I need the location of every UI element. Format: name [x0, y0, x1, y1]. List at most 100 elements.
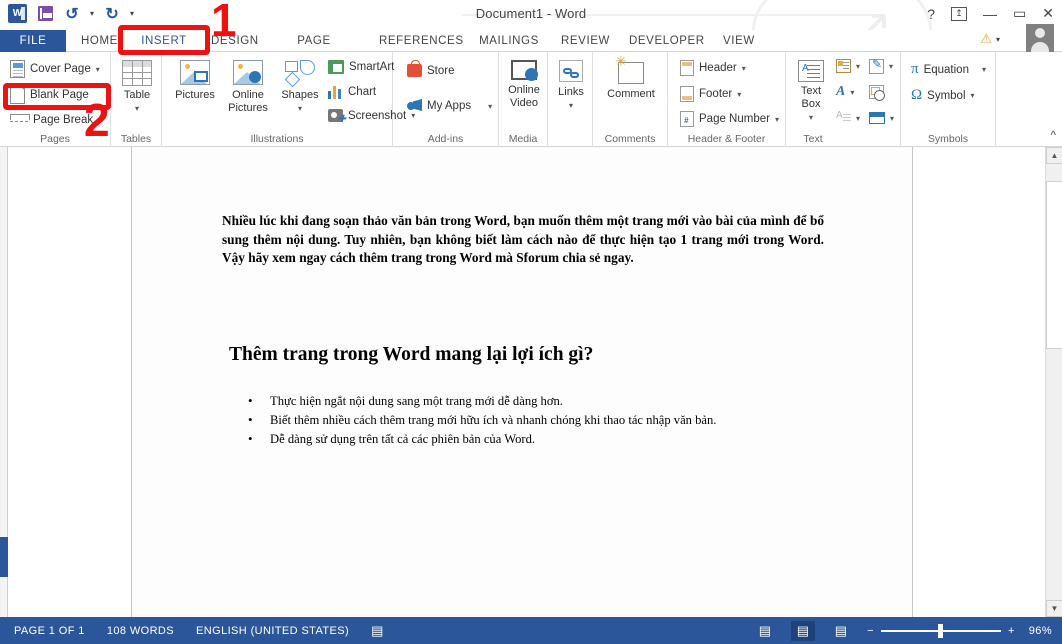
comment-button[interactable]: Comment: [605, 55, 657, 101]
footer-dropdown-icon[interactable]: ▾: [737, 90, 741, 99]
equation-label: Equation: [923, 63, 969, 76]
object-dropdown-icon[interactable]: ▾: [890, 114, 894, 123]
header-dropdown-icon[interactable]: ▾: [742, 64, 746, 73]
left-gutter-thumb[interactable]: [0, 537, 8, 577]
tab-view[interactable]: VIEW: [714, 30, 760, 52]
print-layout-icon[interactable]: ▤: [791, 620, 816, 641]
wordart-dropdown-icon[interactable]: ▾: [850, 88, 854, 97]
scroll-up-icon[interactable]: ▲: [1046, 147, 1062, 164]
zoom-thumb[interactable]: [937, 623, 943, 638]
ribbon-display-options-button[interactable]: ↥: [951, 6, 968, 21]
word-count[interactable]: 108 WORDS: [107, 625, 174, 637]
online-pictures-label: Online Pictures: [228, 89, 268, 114]
symbol-button[interactable]: Ω Symbol ▾: [911, 88, 975, 103]
collapse-ribbon-icon[interactable]: ^: [1050, 128, 1056, 142]
shapes-button[interactable]: Shapes ▾: [276, 60, 324, 115]
scrollbar-thumb[interactable]: [1046, 181, 1062, 349]
store-icon: [407, 60, 422, 77]
page-break-button[interactable]: Page Break: [10, 112, 93, 128]
ribbon-group-text: Text Box ▾ ▾ ▾ A ▾ ▾ ▾ Text: [786, 52, 901, 147]
cover-page-icon: [10, 60, 25, 78]
warning-icon[interactable]: ⚠: [980, 31, 992, 47]
help-button[interactable]: ?: [927, 6, 935, 22]
store-button[interactable]: Store: [407, 60, 455, 77]
maximize-button[interactable]: ▭: [1013, 5, 1026, 22]
cover-page-dropdown-icon[interactable]: ▾: [96, 65, 100, 74]
group-label-symbols: Symbols: [927, 133, 969, 145]
my-apps-button[interactable]: My Apps ▾: [407, 99, 492, 113]
quick-parts-dropdown-icon[interactable]: ▾: [856, 62, 860, 71]
chart-button[interactable]: Chart: [328, 85, 376, 99]
window-controls: ? ↥ — ▭ ✕: [927, 5, 1054, 22]
tab-developer[interactable]: DEVELOPER: [620, 30, 708, 52]
symbol-dropdown-icon[interactable]: ▾: [971, 91, 975, 100]
read-mode-icon[interactable]: ▤: [753, 621, 777, 641]
text-box-dropdown-icon[interactable]: ▾: [809, 111, 813, 124]
group-label-text: Text: [803, 133, 823, 145]
ribbon-group-symbols: π Equation ▾ Ω Symbol ▾ Symbols: [901, 52, 996, 147]
page-number-dropdown-icon[interactable]: ▾: [775, 115, 779, 124]
shapes-dropdown-icon[interactable]: ▾: [298, 102, 302, 115]
vertical-scrollbar[interactable]: ▲ ▼: [1045, 147, 1062, 617]
close-button[interactable]: ✕: [1042, 5, 1054, 22]
tab-references[interactable]: REFERENCES: [370, 30, 466, 52]
blank-page-label: Blank Page: [30, 89, 89, 101]
group-label-addins: Add-ins: [427, 133, 464, 145]
table-button[interactable]: Table ▾: [121, 60, 153, 115]
blank-page-button[interactable]: Blank Page: [10, 86, 89, 104]
scroll-down-icon[interactable]: ▼: [1046, 600, 1062, 617]
tab-insert[interactable]: INSERT: [131, 30, 197, 52]
minimize-button[interactable]: —: [983, 6, 997, 22]
ribbon-group-addins: Store My Apps ▾ Add-ins: [393, 52, 499, 147]
signature-line-dropdown-icon[interactable]: ▾: [889, 62, 893, 71]
screenshot-icon: ✚: [328, 109, 346, 125]
drop-cap-button[interactable]: ▾: [836, 110, 860, 125]
zoom-out-button[interactable]: −: [867, 625, 874, 637]
proofing-errors-icon[interactable]: ▤: [371, 623, 384, 639]
table-dropdown-icon[interactable]: ▾: [135, 102, 139, 115]
my-apps-dropdown-icon[interactable]: ▾: [488, 102, 492, 111]
page-break-icon: [10, 112, 30, 128]
cover-page-button[interactable]: Cover Page ▾: [10, 60, 100, 78]
online-video-button[interactable]: Online Video: [507, 60, 541, 110]
equation-dropdown-icon[interactable]: ▾: [982, 65, 986, 74]
page-number-button[interactable]: # Page Number ▾: [680, 111, 779, 127]
warning-dropdown-icon[interactable]: ▾: [996, 35, 1000, 44]
smartart-button[interactable]: SmartArt: [328, 60, 394, 74]
header-button[interactable]: Header ▾: [680, 60, 746, 76]
online-pictures-icon: [233, 60, 263, 85]
links-dropdown-icon[interactable]: ▾: [569, 99, 573, 112]
zoom-track[interactable]: [880, 623, 1001, 638]
quick-parts-button[interactable]: ▾: [836, 59, 860, 73]
signature-line-button[interactable]: ▾: [869, 57, 893, 74]
pictures-label: Pictures: [175, 89, 215, 101]
equation-button[interactable]: π Equation ▾: [911, 62, 986, 77]
footer-button[interactable]: Footer ▾: [680, 86, 741, 102]
zoom-slider[interactable]: − +: [867, 623, 1015, 638]
date-time-button[interactable]: [869, 85, 885, 101]
online-pictures-button[interactable]: Online Pictures: [222, 60, 274, 115]
web-layout-icon[interactable]: ▤: [829, 621, 853, 641]
left-gutter-scrollbar[interactable]: [0, 147, 8, 617]
tab-mailings[interactable]: MAILINGS: [470, 30, 548, 52]
document-page[interactable]: Nhiều lúc khi đang soạn thảo văn bản tro…: [131, 147, 913, 617]
drop-cap-dropdown-icon[interactable]: ▾: [856, 114, 860, 123]
zoom-level[interactable]: 96%: [1029, 625, 1052, 637]
zoom-in-button[interactable]: +: [1008, 625, 1015, 637]
wordart-button[interactable]: A ▾: [836, 85, 854, 99]
tab-review[interactable]: REVIEW: [552, 30, 614, 52]
comment-icon: [615, 55, 644, 84]
tab-file[interactable]: FILE: [0, 30, 66, 52]
page-info[interactable]: PAGE 1 OF 1: [14, 625, 85, 637]
links-button[interactable]: Links ▾: [554, 60, 588, 112]
text-box-button[interactable]: Text Box ▾: [792, 60, 830, 124]
language-indicator[interactable]: ENGLISH (UNITED STATES): [196, 625, 349, 637]
tab-home[interactable]: HOME: [72, 30, 126, 52]
tab-design[interactable]: DESIGN: [202, 30, 258, 52]
online-video-icon: [511, 60, 538, 81]
tab-page-layout[interactable]: PAGE LAYOUT: [264, 30, 364, 69]
object-button[interactable]: ▾: [869, 112, 894, 124]
pictures-button[interactable]: Pictures: [170, 60, 220, 102]
user-avatar[interactable]: [1026, 24, 1054, 52]
online-video-label: Online Video: [508, 84, 540, 109]
